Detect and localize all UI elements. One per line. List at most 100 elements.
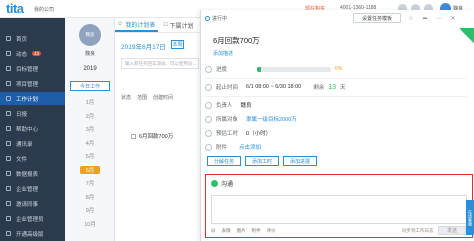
sidebar-item[interactable]: 企业管理 bbox=[0, 182, 65, 195]
status-indicator[interactable]: 进行中 bbox=[205, 15, 227, 22]
status-label: 进行中 bbox=[212, 16, 228, 22]
sidebar-item-label: 开通高级版 bbox=[16, 231, 44, 238]
remain-label: 剩余 bbox=[313, 85, 325, 91]
filter-status[interactable]: 状态 bbox=[121, 94, 131, 101]
list-date[interactable]: 2019年6月17日 bbox=[121, 41, 166, 51]
add-progress-button[interactable]: 添加进展 bbox=[283, 156, 317, 166]
sidebar-item[interactable]: 首页 bbox=[0, 32, 65, 45]
nav-icon bbox=[6, 186, 11, 191]
hours-value[interactable]: 0（小时） bbox=[246, 129, 271, 137]
owner-name[interactable]: 魏良 bbox=[241, 101, 252, 109]
star-icon[interactable]: ☆ bbox=[407, 14, 415, 22]
hours-row: 预估工时 0（小时） bbox=[205, 129, 463, 137]
nav-icon bbox=[6, 216, 11, 221]
more-icon[interactable]: ⋯ bbox=[435, 14, 443, 22]
filter-scope[interactable]: 范围 bbox=[137, 94, 147, 101]
mention-button[interactable]: @ bbox=[211, 228, 216, 234]
year-label[interactable]: 2019 bbox=[65, 66, 115, 72]
remain-days: 13 bbox=[328, 83, 337, 91]
month-item[interactable]: 7月 bbox=[65, 179, 115, 187]
emoji-button[interactable]: 表情 bbox=[222, 228, 231, 234]
month-item[interactable]: 6月 bbox=[80, 165, 100, 174]
nav-icon bbox=[6, 201, 11, 206]
sync-log-checkbox[interactable]: 同步到工作日志 bbox=[402, 228, 434, 234]
share-icon[interactable]: ➦ bbox=[421, 14, 429, 22]
check-icon bbox=[211, 180, 218, 187]
tab-subordinate-plan[interactable]: □ 下属计划 bbox=[158, 18, 201, 32]
nav-icon bbox=[6, 126, 11, 131]
month-item[interactable]: 3月 bbox=[65, 125, 115, 133]
month-item[interactable]: 4月 bbox=[65, 139, 115, 147]
sidebar-item[interactable]: 开通高级版 bbox=[0, 227, 65, 240]
list-tabs: ☺ 我的计划表 □ 下属计划 bbox=[115, 18, 200, 33]
add-description-link[interactable]: 添加描述 bbox=[213, 50, 233, 57]
date-label: 起止时间 bbox=[216, 85, 239, 91]
week-button[interactable]: 本周 bbox=[171, 40, 184, 49]
person-icon bbox=[205, 101, 212, 109]
task-detail-panel: 进行中 设置任务模板 ☆ ➦ ⋯ ✕ 6月回款700万 添加描述 进度 6% 起… bbox=[200, 10, 474, 241]
task-checkbox[interactable] bbox=[131, 133, 136, 139]
month-item[interactable]: 5月 bbox=[65, 152, 115, 160]
rating-button[interactable]: 评价 bbox=[267, 228, 276, 234]
sidebar-item[interactable]: 文件 bbox=[0, 152, 65, 165]
split-task-button[interactable]: 分解任务 bbox=[207, 156, 241, 166]
app-logo[interactable]: tita bbox=[6, 1, 24, 16]
month-item[interactable]: 8月 bbox=[65, 193, 115, 201]
sidebar-item[interactable]: 工作计划 bbox=[0, 92, 65, 105]
company-name[interactable]: 我的公司 bbox=[34, 6, 54, 13]
new-task-input[interactable]: 输入新任务回车添加，可以使用@... bbox=[121, 58, 199, 69]
month-item[interactable]: 9月 bbox=[65, 206, 115, 214]
belong-link[interactable]: 隶属一级目标2000万 bbox=[246, 115, 297, 123]
task-title[interactable]: 6月回款700万 bbox=[139, 132, 173, 140]
filter-created[interactable]: 创建时间 bbox=[153, 94, 173, 101]
profile-avatar[interactable]: 魏良 bbox=[79, 24, 101, 46]
task-list-panel: ☺ 我的计划表 □ 下属计划 2019年6月17日 本周 输入新任务回车添加，可以使… bbox=[115, 18, 200, 241]
detail-toolbar: ☆ ➦ ⋯ ✕ bbox=[407, 14, 457, 22]
profile-name: 魏良 bbox=[84, 51, 95, 57]
sidebar-item[interactable]: 项目管理 bbox=[0, 77, 65, 90]
date-range[interactable]: 6/1 08:00 ~ 6/30 18:00 bbox=[246, 84, 301, 90]
belong-row: 所属对象 隶属一级目标2000万 bbox=[205, 115, 463, 123]
progress-bar[interactable] bbox=[257, 66, 332, 72]
target-icon bbox=[205, 115, 212, 123]
sidebar-item[interactable]: 企业管理员 bbox=[0, 212, 65, 225]
clock-icon bbox=[205, 83, 212, 91]
comment-box: 沟通 @ 表情 图片 附件 评价 同步到工作日志 发送 bbox=[205, 174, 473, 238]
sidebar-item[interactable]: 目标管理 bbox=[0, 62, 65, 75]
sidebar-item[interactable]: 数据报表 bbox=[0, 167, 65, 180]
nav-icon bbox=[6, 81, 11, 86]
sidebar-item[interactable]: 动态 43 bbox=[0, 47, 65, 60]
sidebar-item[interactable]: 邀请同事 bbox=[0, 197, 65, 210]
month-item[interactable]: 10月 bbox=[65, 220, 115, 228]
image-button[interactable]: 图片 bbox=[237, 228, 246, 234]
progress-value: 6% bbox=[335, 66, 343, 72]
comment-title: 沟通 bbox=[221, 182, 234, 188]
send-button[interactable]: 发送 bbox=[438, 226, 466, 235]
nav-icon bbox=[6, 96, 11, 101]
user-icon: ☺ bbox=[117, 21, 124, 27]
month-item[interactable]: 1月 bbox=[65, 98, 115, 106]
sidebar-item[interactable]: 帮助中心 bbox=[0, 122, 65, 135]
close-icon[interactable]: ✕ bbox=[449, 14, 457, 22]
tab-my-plan[interactable]: ☺ 我的计划表 bbox=[115, 18, 158, 32]
add-hours-button[interactable]: 添加工时 bbox=[245, 156, 279, 166]
comment-textarea[interactable] bbox=[211, 195, 467, 224]
sidebar-item[interactable]: 日报 bbox=[0, 107, 65, 120]
nav-icon bbox=[6, 171, 11, 176]
today-work-button[interactable]: 今日工作 bbox=[70, 81, 110, 91]
task-item[interactable]: 6月回款700万 bbox=[131, 132, 173, 140]
attachment-button[interactable]: 附件 bbox=[252, 228, 261, 234]
online-support-tab[interactable]: 在线客服 bbox=[466, 200, 474, 235]
belong-label: 所属对象 bbox=[216, 117, 239, 123]
sidebar-item-label: 邀请同事 bbox=[16, 201, 39, 208]
month-item[interactable]: 2月 bbox=[65, 112, 115, 120]
add-attachment-link[interactable]: 点击添加 bbox=[239, 143, 261, 151]
set-template-button[interactable]: 设置任务模板 bbox=[353, 13, 401, 23]
task-title[interactable]: 6月回款700万 bbox=[213, 35, 260, 46]
calendar-column: 魏良 魏良 2019 今日工作 1月 2月 3月 4月 5月 6月 7月 8月 9月 10月 bbox=[65, 18, 115, 241]
sidebar-item-label: 日报 bbox=[16, 111, 28, 118]
comment-header: 沟通 bbox=[211, 179, 233, 188]
comment-tools: @ 表情 图片 附件 评价 bbox=[211, 228, 276, 234]
sidebar-item[interactable]: 通讯录 bbox=[0, 137, 65, 150]
document-icon: □ bbox=[163, 22, 168, 28]
